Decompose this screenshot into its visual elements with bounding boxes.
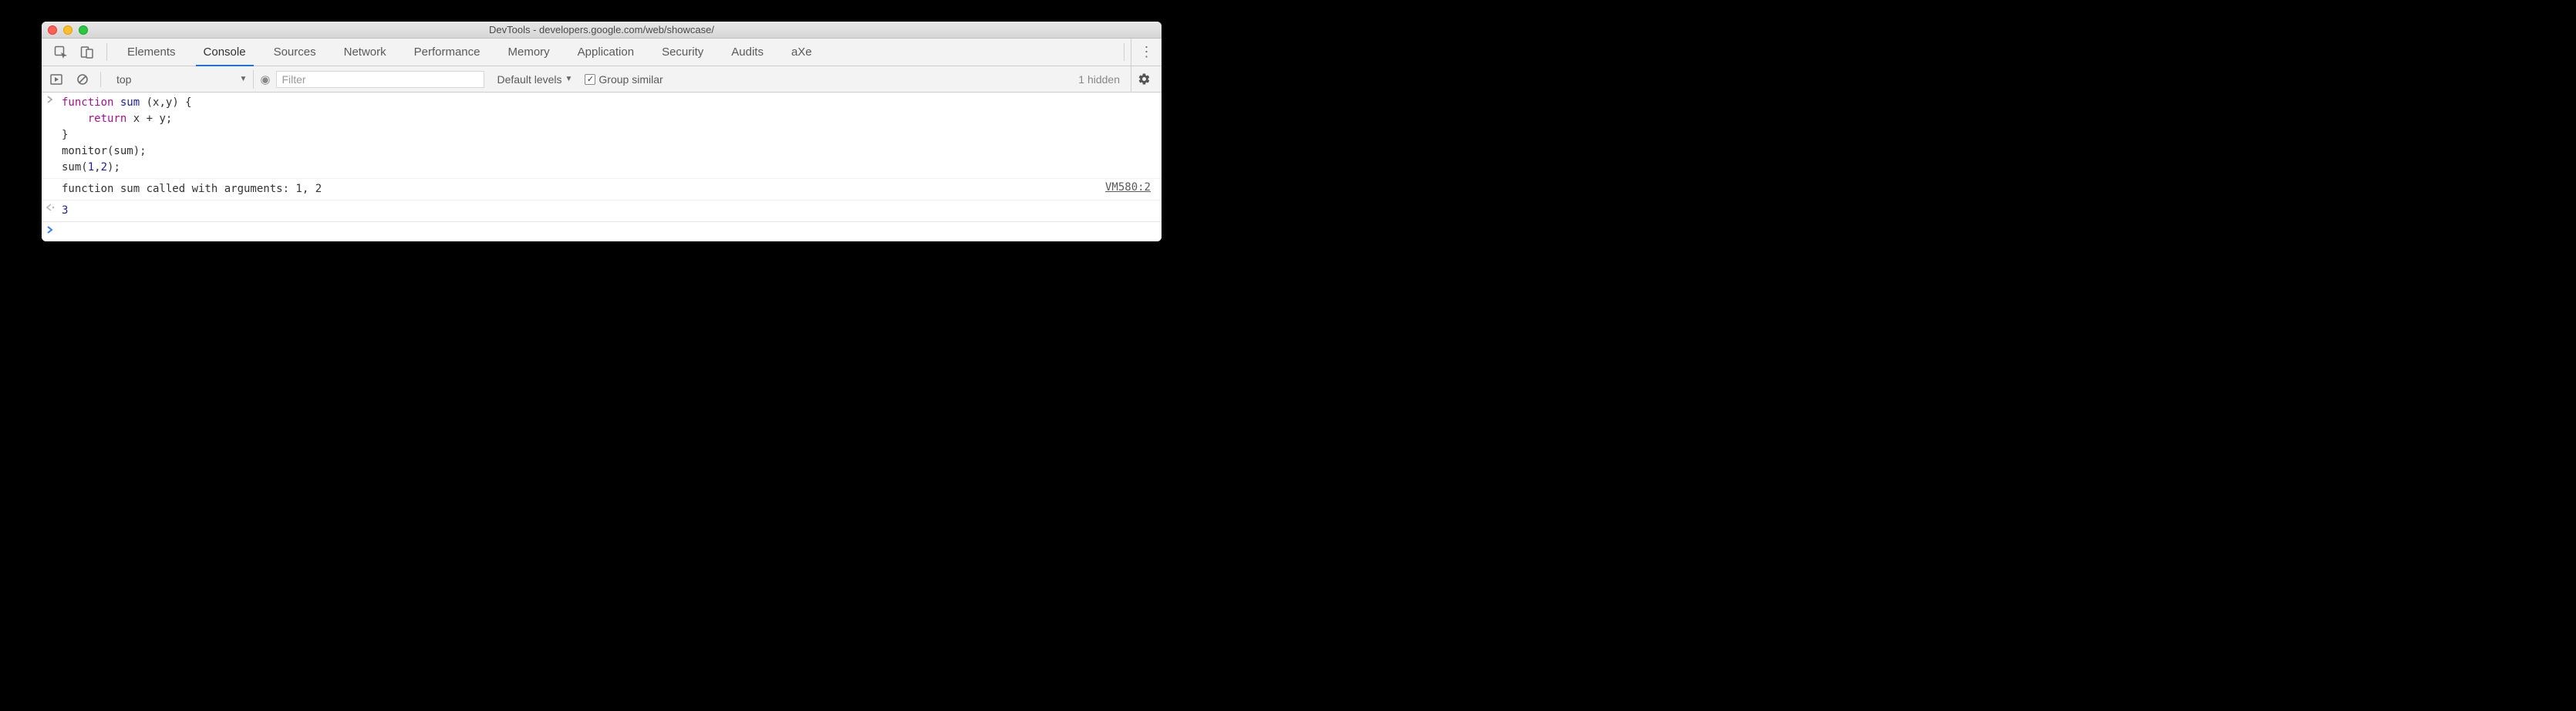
tab-label: Console — [204, 45, 246, 59]
console-output: function sum (x,y) { return x + y; } mon… — [42, 93, 1162, 241]
toggle-sidebar-icon[interactable] — [46, 69, 66, 89]
console-log-row: function sum called with arguments: 1, 2… — [42, 179, 1162, 200]
execution-context-select[interactable]: top ▼ — [109, 70, 254, 89]
log-message: function sum called with arguments: 1, 2 — [62, 181, 1105, 197]
tab-label: Elements — [127, 45, 176, 59]
console-return-row: 3 — [42, 200, 1162, 222]
return-number: 3 — [62, 204, 68, 217]
return-value: 3 — [62, 203, 1154, 219]
tab-label: Security — [662, 45, 703, 59]
tab-elements[interactable]: Elements — [113, 39, 190, 66]
group-similar-toggle[interactable]: ✓ Group similar — [585, 73, 663, 86]
dropdown-triangle-icon: ▼ — [565, 75, 573, 83]
titlebar: DevTools - developers.google.com/web/sho… — [42, 22, 1162, 39]
console-prompt-input[interactable] — [62, 225, 1157, 234]
tab-application[interactable]: Application — [564, 39, 648, 66]
tab-audits[interactable]: Audits — [717, 39, 777, 66]
panel-tabs: Elements Console Sources Network Perform… — [113, 39, 826, 66]
console-toolbar: top ▼ ◉ Default levels ▼ ✓ Group similar… — [42, 66, 1162, 93]
devtools-window: DevTools - developers.google.com/web/sho… — [42, 22, 1162, 241]
tab-label: aXe — [791, 45, 812, 59]
tab-axe[interactable]: aXe — [777, 39, 826, 66]
checkbox-icon: ✓ — [585, 74, 595, 85]
separator — [106, 43, 107, 61]
group-similar-label: Group similar — [598, 73, 663, 86]
gutter-empty — [46, 181, 62, 182]
log-levels-select[interactable]: Default levels ▼ — [491, 73, 578, 86]
panel-tabbar: Elements Console Sources Network Perform… — [42, 39, 1162, 66]
tab-label: Network — [344, 45, 386, 59]
console-settings-icon[interactable] — [1131, 66, 1157, 93]
spacer — [826, 39, 1118, 66]
clear-console-icon[interactable] — [72, 69, 93, 89]
context-label: top — [116, 73, 131, 86]
input-chevron-icon — [46, 95, 62, 103]
more-options-icon[interactable]: ⋮ — [1131, 39, 1162, 66]
tab-network[interactable]: Network — [330, 39, 400, 66]
dropdown-triangle-icon: ▼ — [239, 75, 247, 83]
tab-label: Performance — [414, 45, 480, 59]
window-controls — [48, 25, 88, 35]
hidden-messages-count[interactable]: 1 hidden — [1078, 73, 1124, 86]
tab-security[interactable]: Security — [648, 39, 717, 66]
tab-console[interactable]: Console — [190, 39, 260, 66]
tab-memory[interactable]: Memory — [494, 39, 564, 66]
console-input-code: function sum (x,y) { return x + y; } mon… — [62, 95, 1154, 176]
tab-label: Memory — [508, 45, 550, 59]
tab-label: Sources — [274, 45, 316, 59]
zoom-window-button[interactable] — [79, 25, 88, 35]
console-prompt-row[interactable] — [42, 222, 1162, 241]
separator — [100, 72, 101, 87]
live-expression-icon[interactable]: ◉ — [260, 72, 270, 86]
minimize-window-button[interactable] — [63, 25, 72, 35]
return-chevron-icon — [46, 203, 62, 211]
prompt-chevron-icon — [46, 225, 62, 234]
console-input-row: function sum (x,y) { return x + y; } mon… — [42, 93, 1162, 179]
inspect-element-icon[interactable] — [48, 39, 74, 66]
log-source-link[interactable]: VM580:2 — [1105, 181, 1154, 194]
device-toolbar-icon[interactable] — [74, 39, 100, 66]
tab-performance[interactable]: Performance — [400, 39, 494, 66]
close-window-button[interactable] — [48, 25, 57, 35]
tab-label: Application — [578, 45, 634, 59]
tab-label: Audits — [731, 45, 764, 59]
levels-label: Default levels — [497, 73, 561, 86]
window-title: DevTools - developers.google.com/web/sho… — [42, 24, 1162, 35]
filter-input[interactable] — [276, 71, 484, 88]
tab-sources[interactable]: Sources — [260, 39, 330, 66]
